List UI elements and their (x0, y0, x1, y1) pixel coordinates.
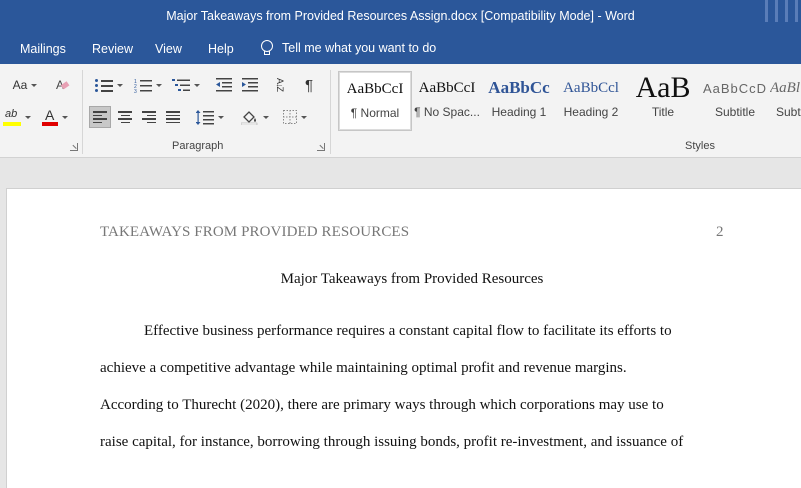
align-left-button[interactable] (89, 106, 111, 128)
change-case-icon: Aa (12, 78, 28, 92)
style-name: Subt (776, 105, 801, 119)
style-title[interactable]: AaB Title (626, 71, 700, 131)
style-name: Title (651, 105, 675, 119)
line-spacing-icon (196, 109, 214, 125)
paragraph-line[interactable]: Effective business performance requires … (100, 313, 740, 350)
window-title: Major Takeaways from Provided Resources … (166, 9, 635, 23)
paragraph-group-label: Paragraph (172, 140, 224, 152)
decrease-indent-button[interactable] (212, 74, 236, 96)
borders-icon (283, 110, 297, 124)
paragraph-line[interactable]: raise capital, for instance, borrowing t… (100, 424, 740, 461)
style-heading-2[interactable]: AaBbCcl Heading 2 (554, 71, 628, 131)
style-name: Heading 1 (491, 105, 547, 119)
document-area[interactable]: TAKEAWAYS FROM PROVIDED RESOURCES 2 Majo… (0, 158, 801, 488)
multilevel-list-icon (172, 78, 190, 91)
text-highlight-icon: ab (5, 108, 18, 120)
paint-bucket-icon (241, 111, 258, 125)
title-bar: Major Takeaways from Provided Resources … (0, 0, 801, 34)
ribbon: Aa A ab A 1 2 3 A↓Z ¶ Paragraph AaBbCcI … (0, 64, 801, 158)
bullets-icon (95, 78, 113, 92)
tab-view[interactable]: View (155, 42, 182, 56)
document-title[interactable]: Major Takeaways from Provided Resources (7, 271, 801, 288)
tab-review[interactable]: Review (92, 42, 133, 56)
style-sample: AaB (635, 71, 691, 104)
shading-button[interactable] (238, 106, 272, 128)
title-bar-decoration (757, 0, 801, 34)
multilevel-list-button[interactable] (168, 74, 204, 96)
ribbon-tabs: Mailings Review View Help Tell me what y… (0, 34, 801, 64)
tell-me-search[interactable]: Tell me what you want to do (260, 40, 436, 56)
numbering-icon: 1 2 3 (134, 79, 152, 93)
style-sample: AaBbCcl (563, 79, 619, 96)
styles-group-label: Styles (685, 140, 715, 152)
clear-formatting-button[interactable]: A (52, 74, 74, 96)
paragraph-line[interactable]: According to Thurecht (2020), there are … (100, 387, 740, 424)
pilcrow-icon: ¶ (304, 76, 314, 94)
style-sample: AaBbCcD (702, 80, 768, 96)
style-name: Heading 2 (563, 105, 619, 119)
style-no-spacing[interactable]: AaBbCcI ¶ No Spac... (410, 71, 484, 131)
increase-indent-icon (242, 78, 258, 92)
clear-formatting-icon: A (56, 78, 70, 92)
bullets-button[interactable] (90, 74, 128, 96)
align-center-button[interactable] (114, 106, 136, 128)
style-sample: AaBbCc (488, 78, 550, 97)
tab-mailings[interactable]: Mailings (20, 42, 66, 56)
tab-help[interactable]: Help (208, 42, 234, 56)
running-header[interactable]: TAKEAWAYS FROM PROVIDED RESOURCES (100, 224, 409, 241)
text-highlight-button[interactable]: ab (0, 106, 34, 128)
sort-icon: A↓Z (275, 78, 285, 92)
change-case-button[interactable]: Aa (6, 74, 44, 96)
decrease-indent-icon (216, 78, 232, 92)
borders-button[interactable] (278, 106, 312, 128)
style-sample: AaBbCcI (418, 79, 476, 96)
font-color-button[interactable]: A (38, 106, 72, 128)
font-color-icon: A (45, 107, 55, 123)
page-number[interactable]: 2 (716, 224, 724, 241)
align-right-icon (142, 111, 156, 123)
style-heading-1[interactable]: AaBbCc Heading 1 (482, 71, 556, 131)
style-name: Subtitle (714, 105, 756, 119)
show-formatting-marks-button[interactable]: ¶ (298, 74, 320, 96)
paragraph-line[interactable]: achieve a competitive advantage while ma… (100, 350, 740, 387)
numbering-button[interactable]: 1 2 3 (130, 74, 166, 96)
lightbulb-icon (260, 40, 273, 56)
line-spacing-button[interactable] (192, 106, 228, 128)
style-sample: AaBl (770, 79, 800, 96)
document-page[interactable]: TAKEAWAYS FROM PROVIDED RESOURCES 2 Majo… (6, 188, 801, 488)
style-normal[interactable]: AaBbCcI ¶ Normal (338, 71, 412, 131)
style-sample: AaBbCcI (346, 80, 404, 97)
style-subtitle[interactable]: AaBbCcD Subtitle (698, 71, 772, 131)
font-dialog-launcher[interactable] (70, 143, 78, 151)
svg-text:3: 3 (134, 89, 137, 93)
align-left-icon (93, 111, 107, 123)
body-paragraph[interactable]: Effective business performance requires … (100, 313, 740, 461)
sort-button[interactable]: A↓Z (268, 74, 292, 96)
justify-button[interactable] (162, 106, 184, 128)
align-right-button[interactable] (138, 106, 160, 128)
style-subtle-emphasis[interactable]: AaBl Subt (770, 71, 801, 131)
paragraph-dialog-launcher[interactable] (317, 143, 325, 151)
tell-me-text: Tell me what you want to do (282, 41, 437, 55)
justify-icon (166, 111, 180, 123)
style-name: ¶ Normal (350, 106, 400, 120)
style-name: ¶ No Spac... (414, 105, 480, 119)
align-center-icon (118, 111, 132, 123)
increase-indent-button[interactable] (238, 74, 262, 96)
